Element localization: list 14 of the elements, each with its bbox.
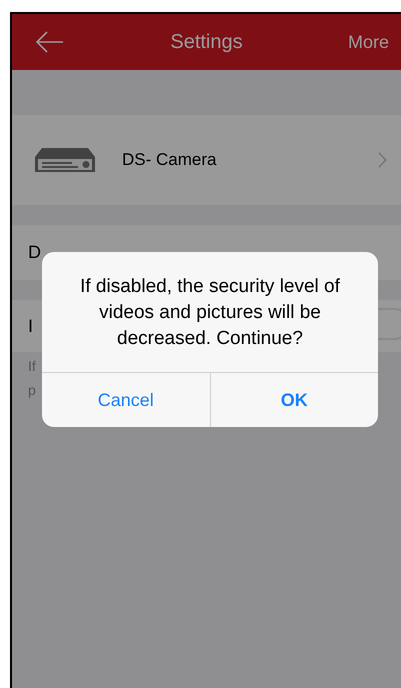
recorder-icon: [34, 147, 96, 173]
description-text: If: [28, 358, 36, 374]
more-button[interactable]: More: [348, 32, 389, 52]
row-label: D: [28, 242, 41, 263]
back-arrow-icon[interactable]: [36, 31, 64, 53]
row-label: I: [28, 316, 34, 336]
chevron-right-icon: [378, 152, 387, 168]
device-row[interactable]: DS- Camera: [12, 115, 401, 205]
cancel-button[interactable]: Cancel: [42, 373, 210, 427]
ok-button[interactable]: OK: [210, 373, 378, 427]
description-text: p: [28, 382, 36, 398]
alert-message: If disabled, the security level of videos and pictures will be decreased. Continue?: [79, 275, 341, 351]
device-name: DS- Camera: [122, 150, 218, 170]
screen-title: Settings: [170, 30, 243, 52]
